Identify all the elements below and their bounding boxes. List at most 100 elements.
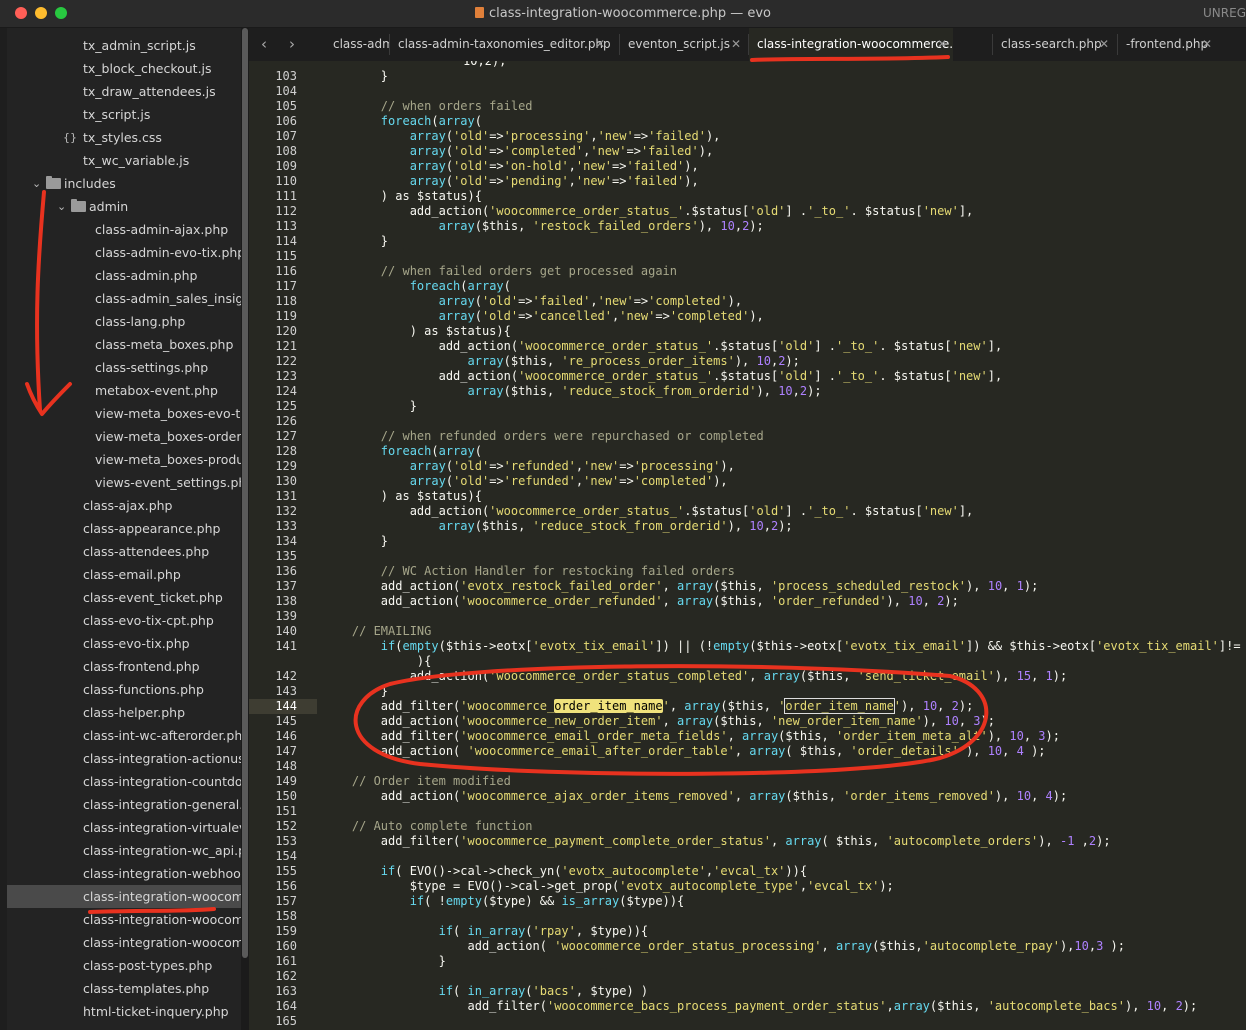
sidebar-file[interactable]: class-integration-countdow [7,770,241,793]
code-line[interactable]: add_action( 'woocommerce_email_after_ord… [323,744,1046,759]
code-line[interactable]: array('old'=>'completed','new'=>'failed'… [323,144,713,159]
code-line[interactable]: // Auto complete function [323,819,533,834]
sidebar-file[interactable]: tx_block_checkout.js [7,57,241,80]
chevron-down-icon[interactable]: ⌄ [57,195,66,218]
editor-tab[interactable]: class-integration-woocommerce.php✕ [749,28,953,61]
code-line[interactable]: add_action('woocommerce_new_order_item',… [323,714,995,729]
sidebar-file[interactable]: class-frontend.php [7,655,241,678]
sidebar-file[interactable]: class-post-types.php [7,954,241,977]
sidebar-folder[interactable]: ⌄ admin [7,195,241,218]
sidebar-file[interactable]: tx_draw_attendees.js [7,80,241,103]
sidebar-file[interactable]: class-appearance.php [7,517,241,540]
code-line[interactable]: array('old'=>'pending','new'=>'failed'), [323,174,699,189]
sidebar-file[interactable]: html-ticket-inquery.php [7,1000,241,1023]
code-line[interactable]: if( in_array('bacs', $type) ) [323,984,649,999]
close-tab-icon[interactable]: ✕ [731,28,741,61]
code-line[interactable]: ) as $status){ [323,324,511,339]
code-line[interactable]: foreach(array( [323,444,482,459]
sidebar-file[interactable]: view-meta_boxes-produc [7,448,241,471]
sidebar-file[interactable]: class-integration-wc_api.ph [7,839,241,862]
sidebar-file[interactable]: class-evo-tix-cpt.php [7,609,241,632]
code-line[interactable]: add_filter('woocommerce_bacs_process_pay… [323,999,1197,1014]
sidebar-file[interactable]: class-admin_sales_insight [7,287,241,310]
code-line[interactable]: add_action('woocommerce_order_refunded',… [323,594,959,609]
sidebar-folder[interactable]: ⌄ includes [7,172,241,195]
code-line[interactable]: $type = EVO()->cal->get_prop('evotx_auto… [323,879,894,894]
code-line[interactable]: if( !empty($type) && is_array($type)){ [323,894,685,909]
code-line[interactable]: array($this, 'reduce_stock_from_orderid'… [323,384,822,399]
back-arrow-icon[interactable]: ‹ [261,35,267,53]
sidebar-file[interactable]: tx_admin_script.js [7,34,241,57]
sidebar-file[interactable]: class-admin-evo-tix.php [7,241,241,264]
sidebar-file[interactable]: class-email.php [7,563,241,586]
code-line[interactable]: } [323,684,388,699]
sidebar-file[interactable]: class-settings.php [7,356,241,379]
sidebar-file[interactable]: class-integration-general.p [7,793,241,816]
code-line[interactable]: array('old'=>'processing','new'=>'failed… [323,129,721,144]
code-line[interactable]: // when refunded orders were repurchased… [323,429,764,444]
code-line[interactable]: ) as $status){ [323,489,482,504]
close-tab-icon[interactable]: ✕ [1202,28,1212,61]
code-line[interactable]: array('old'=>'failed','new'=>'completed'… [323,294,742,309]
code-line[interactable]: add_action('evotx_restock_failed_order',… [323,579,1039,594]
sidebar-file[interactable]: view-meta_boxes-order.p [7,425,241,448]
code-line[interactable]: add_action('woocommerce_order_status_'.$… [323,369,1003,384]
code-line[interactable]: array($this, 'restock_failed_orders'), 1… [323,219,764,234]
sidebar-file[interactable]: class-integration-woocomm [7,908,241,931]
code-line[interactable]: add_action('woocommerce_ajax_order_items… [323,789,1067,804]
editor-tab[interactable]: class-adm [327,28,389,61]
sidebar-file[interactable]: class-evo-tix.php [7,632,241,655]
code-line[interactable]: if(empty($this->eotx['evotx_tix_email'])… [323,639,1241,654]
sidebar-file[interactable]: tx_wc_variable.js [7,149,241,172]
sidebar-scrollbar[interactable] [241,28,249,1030]
sidebar-file[interactable]: metabox-event.php [7,379,241,402]
code-line[interactable]: add_action('woocommerce_order_status_'.$… [323,504,974,519]
code-line[interactable]: add_filter('woocommerce_email_order_meta… [323,729,1060,744]
code-line[interactable]: array('old'=>'refunded','new'=>'processi… [323,459,735,474]
sidebar-file[interactable]: class-meta_boxes.php [7,333,241,356]
sidebar-file[interactable]: class-helper.php [7,701,241,724]
close-tab-icon[interactable]: ✕ [937,28,947,61]
code-line[interactable]: // WC Action Handler for restocking fail… [323,564,735,579]
sidebar-file[interactable]: class-int-wc-afterorder.php [7,724,241,747]
chevron-down-icon[interactable]: ⌄ [32,172,41,195]
code-line[interactable]: ) as $status){ [323,189,482,204]
sidebar-file[interactable]: class-event_ticket.php [7,586,241,609]
sidebar-scrollbar-thumb[interactable] [242,28,248,958]
editor-tab[interactable]: eventon_script.js ✕ [620,28,747,61]
code-line[interactable]: ){ [323,654,431,669]
sidebar-file[interactable]: class-integration-virtualeve [7,816,241,839]
close-tab-icon[interactable]: ✕ [1099,28,1109,61]
code-line[interactable]: // EMAILING [323,624,431,639]
code-line[interactable]: } [323,234,388,249]
sidebar-file[interactable]: {} tx_styles.css [7,126,241,149]
code-line[interactable]: } [323,534,388,549]
sidebar-file[interactable]: class-templates.php [7,977,241,1000]
editor-tab[interactable]: class-search.php ✕ [993,28,1115,61]
sidebar-file[interactable]: class-attendees.php [7,540,241,563]
close-tab-icon[interactable]: ✕ [595,28,605,61]
code-line[interactable]: array('old'=>'refunded','new'=>'complete… [323,474,728,489]
code-line[interactable]: } [323,69,388,84]
sidebar-file[interactable]: class-lang.php [7,310,241,333]
code-line[interactable]: } [323,399,417,414]
code-line[interactable]: foreach(array( [323,114,482,129]
sidebar-file[interactable]: class-integration-woocomm [7,931,241,954]
sidebar-file[interactable]: view-meta_boxes-evo-tix [7,402,241,425]
sidebar-file[interactable]: class-admin-ajax.php [7,218,241,241]
code-line[interactable]: } [323,954,446,969]
sidebar-file[interactable]: class-integration-webhooks [7,862,241,885]
sidebar-file[interactable]: tx_script.js [7,103,241,126]
code-line[interactable]: foreach(array( [323,279,511,294]
code-line[interactable]: array($this, 're_process_order_items'), … [323,354,800,369]
code-line[interactable]: array('old'=>'on-hold','new'=>'failed'), [323,159,699,174]
sidebar-file[interactable]: class-integration-actionuse [7,747,241,770]
sidebar-file[interactable]: class-functions.php [7,678,241,701]
code-line[interactable]: // when orders failed [323,99,533,114]
code-line[interactable]: add_filter('woocommerce_payment_complete… [323,834,1111,849]
sidebar-file[interactable]: class-integration-woocomm [7,885,241,908]
sidebar-file[interactable]: views-event_settings.php [7,471,241,494]
code-line[interactable]: if( EVO()->cal->check_yn('evotx_autocomp… [323,864,807,879]
code-line[interactable]: array('old'=>'cancelled','new'=>'complet… [323,309,764,324]
code-line[interactable]: // Order item modified [323,774,511,789]
